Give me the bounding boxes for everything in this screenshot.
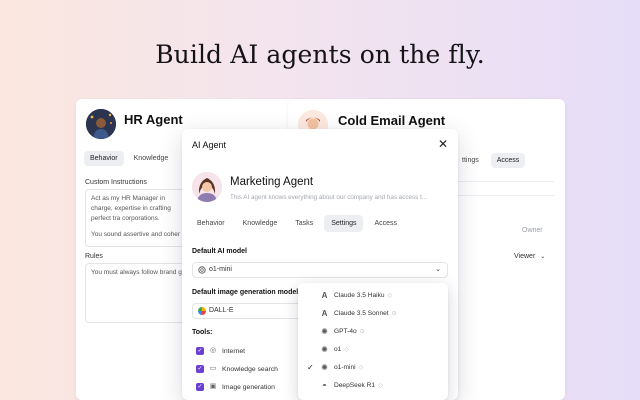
rules-label: Rules	[85, 253, 103, 260]
model-option-label: Claude 3.5 Sonnet	[334, 309, 389, 317]
globe-icon: ◎	[209, 347, 217, 354]
tool-knowledge-search[interactable]: ✓ ▭ Knowledge search	[196, 365, 278, 373]
model-option-deepseek-r1[interactable]: ◓ DeepSeek R1 ◇	[298, 377, 448, 393]
cold-tab-settings[interactable]: ttings	[456, 153, 485, 168]
openai-icon: ✺	[321, 344, 328, 354]
cold-tab-access[interactable]: Access	[490, 153, 526, 168]
model-option-label: DeepSeek R1	[334, 381, 376, 389]
deepseek-icon: ◓	[322, 380, 327, 390]
badge-icon: ⊙	[359, 328, 365, 335]
tool-label: Image generation	[222, 383, 275, 391]
checkbox-knowledge-search[interactable]: ✓	[196, 365, 204, 373]
cold-email-title: Cold Email Agent	[338, 113, 446, 128]
marketing-agent-avatar[interactable]	[192, 172, 222, 202]
badge-icon: ◇	[387, 292, 393, 299]
model-option-label: Claude 3.5 Haiku	[334, 291, 385, 299]
agent-description-input[interactable]: This AI agent knows everything about our…	[230, 194, 427, 201]
tool-image-generation[interactable]: ✓ ▣ Image generation	[196, 383, 275, 391]
agent-name-input[interactable]: Marketing Agent	[227, 173, 445, 193]
tool-label: Knowledge search	[222, 365, 278, 373]
tools-label: Tools:	[192, 329, 213, 336]
cold-email-tabs: ttings Access	[456, 153, 526, 168]
model-option-label: o1	[334, 345, 342, 353]
tab-knowledge[interactable]: Knowledge	[236, 215, 285, 232]
default-image-model-value: DALL-E	[209, 307, 234, 314]
owner-role: Owner	[522, 227, 543, 234]
divider	[454, 181, 554, 182]
badge-icon: ⊙	[391, 310, 397, 317]
image-icon: ▣	[209, 383, 217, 390]
model-option-label: GPT-4o	[334, 327, 357, 335]
model-option-claude-3-5-sonnet[interactable]: A Claude 3.5 Sonnet ⊙	[298, 305, 448, 321]
custom-instructions-label: Custom Instructions	[85, 179, 147, 186]
headline: Build AI agents on the fly.	[155, 40, 485, 69]
chevron-down-icon: ⌄	[435, 266, 441, 273]
badge-icon: ◇	[378, 382, 383, 389]
close-icon[interactable]: ✕	[438, 137, 448, 151]
openai-icon: ✺	[321, 362, 328, 372]
viewer-role-select[interactable]: Viewer ⌄	[514, 253, 545, 260]
tool-internet[interactable]: ✓ ◎ Internet	[196, 347, 245, 355]
default-ai-model-select[interactable]: o1-mini ⌄	[192, 262, 448, 278]
chevron-down-icon: ⌄	[540, 254, 546, 260]
viewer-role-label: Viewer	[514, 253, 536, 260]
model-option-gpt-4o[interactable]: ✺ GPT-4o ⊙	[298, 323, 448, 339]
checkmark-icon: ✓	[307, 362, 314, 372]
hr-tab-knowledge[interactable]: Knowledge	[128, 151, 175, 166]
anthropic-icon: A	[321, 308, 328, 318]
tab-tasks[interactable]: Tasks	[288, 215, 320, 232]
folder-icon: ▭	[209, 365, 217, 372]
custom-instructions-text: Act as my HR Manager in charge, expertis…	[91, 195, 171, 222]
anthropic-icon: A	[321, 290, 328, 300]
model-option-o1-mini[interactable]: ✓ ✺ o1-mini ◇	[298, 359, 448, 375]
modal-tabs: Behavior Knowledge Tasks Settings Access	[190, 215, 404, 232]
checkbox-internet[interactable]: ✓	[196, 347, 204, 355]
badge-icon: ◇	[358, 364, 364, 371]
tab-settings[interactable]: Settings	[324, 215, 364, 232]
hr-agent-tabs: Behavior Knowledge	[84, 151, 174, 166]
openai-icon	[198, 266, 206, 274]
hr-agent-avatar	[86, 109, 116, 139]
checkbox-image-generation[interactable]: ✓	[196, 383, 204, 391]
modal-title: AI Agent	[192, 140, 227, 150]
default-ai-model-label: Default AI model	[192, 248, 247, 255]
default-image-model-label: Default image generation model	[192, 289, 299, 296]
dalle-icon	[198, 307, 206, 315]
hr-agent-title: HR Agent	[124, 112, 183, 127]
openai-icon: ✺	[321, 326, 328, 336]
tool-label: Internet	[222, 347, 246, 355]
badge-icon: ◇	[344, 346, 349, 353]
model-option-claude-3-5-haiku[interactable]: A Claude 3.5 Haiku ◇	[298, 287, 448, 303]
model-option-label: o1-mini	[334, 363, 356, 371]
tab-access[interactable]: Access	[367, 215, 404, 232]
hr-tab-behavior[interactable]: Behavior	[84, 151, 124, 166]
model-dropdown: A Claude 3.5 Haiku ◇ A Claude 3.5 Sonnet ⊙…	[298, 283, 448, 400]
divider	[454, 195, 554, 196]
default-ai-model-value: o1-mini	[209, 266, 232, 273]
default-image-model-select[interactable]: DALL-E	[192, 303, 302, 319]
tab-behavior[interactable]: Behavior	[190, 215, 232, 232]
model-option-o1[interactable]: ✺ o1 ◇	[298, 341, 448, 357]
